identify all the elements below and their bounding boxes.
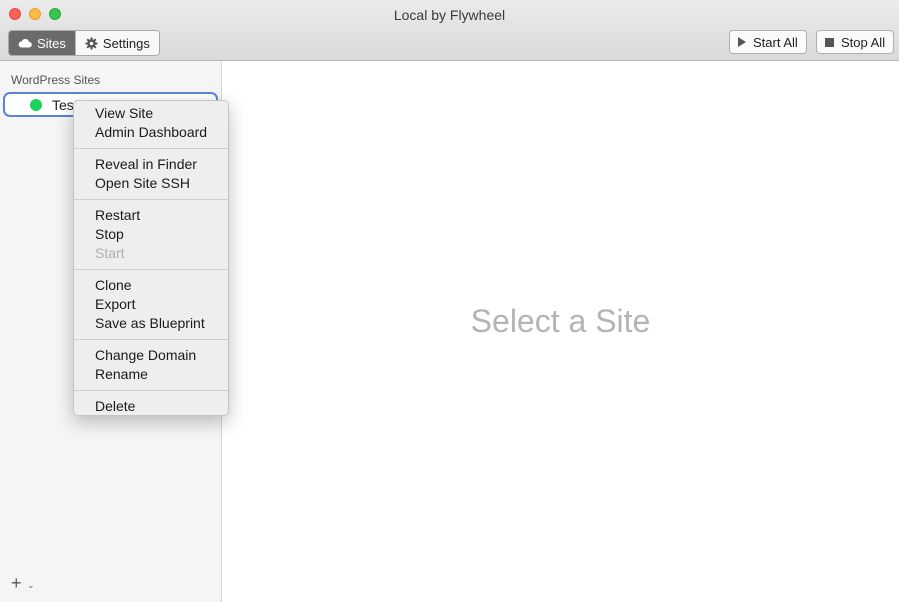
- menu-item-change-domain[interactable]: Change Domain: [74, 346, 228, 365]
- start-all-label: Start All: [753, 34, 798, 50]
- running-status-icon: [30, 99, 42, 111]
- menu-item-start: Start: [95, 245, 125, 261]
- stop-all-button[interactable]: Stop All: [816, 30, 895, 54]
- window-title: Local by Flywheel: [393, 7, 506, 23]
- cloud-icon: [18, 39, 32, 48]
- main-panel: Select a Site: [222, 61, 899, 602]
- menu-item-save-as-blueprint[interactable]: Save as Blueprint: [74, 314, 228, 333]
- settings-tab[interactable]: Settings: [74, 31, 159, 55]
- menu-item-admin-dashboard[interactable]: Admin Dashboard: [74, 123, 228, 142]
- menu-item-clone[interactable]: Clone: [74, 276, 228, 295]
- add-site-button[interactable]: +: [11, 573, 22, 594]
- sites-tab[interactable]: Sites: [9, 31, 75, 55]
- app-window: Local by Flywheel Sites Settings Start A…: [0, 0, 899, 602]
- titlebar: Local by Flywheel Sites Settings Start A…: [0, 0, 899, 61]
- menu-item-restart[interactable]: Restart: [74, 206, 228, 225]
- menu-item-view-site[interactable]: View Site: [74, 104, 228, 123]
- menu-separator: [74, 199, 228, 200]
- menu-item-delete[interactable]: Delete: [74, 397, 228, 416]
- menu-item-export[interactable]: Export: [74, 295, 228, 314]
- menu-item-stop[interactable]: Stop: [74, 225, 228, 244]
- sites-tab-label: Sites: [37, 35, 66, 51]
- chevron-down-icon[interactable]: ⌄: [27, 580, 35, 591]
- menu-separator: [74, 339, 228, 340]
- menu-separator: [74, 148, 228, 149]
- start-all-button[interactable]: Start All: [729, 30, 807, 54]
- gear-icon: [85, 37, 98, 49]
- settings-tab-label: Settings: [102, 35, 150, 51]
- menu-separator: [74, 390, 228, 391]
- menu-separator: [74, 269, 228, 270]
- menu-item-open-site-ssh[interactable]: Open Site SSH: [74, 174, 228, 193]
- site-context-menu: View Site Admin Dashboard Reveal in Find…: [73, 100, 229, 416]
- empty-state-text: Select a Site: [470, 303, 651, 339]
- menu-item-reveal-in-finder[interactable]: Reveal in Finder: [74, 155, 228, 174]
- play-icon: [738, 37, 746, 47]
- stop-all-label: Stop All: [841, 34, 886, 50]
- view-switcher: Sites Settings: [8, 30, 160, 56]
- menu-item-rename[interactable]: Rename: [74, 365, 228, 384]
- sidebar-heading: WordPress Sites: [11, 73, 101, 87]
- stop-icon: [825, 37, 834, 47]
